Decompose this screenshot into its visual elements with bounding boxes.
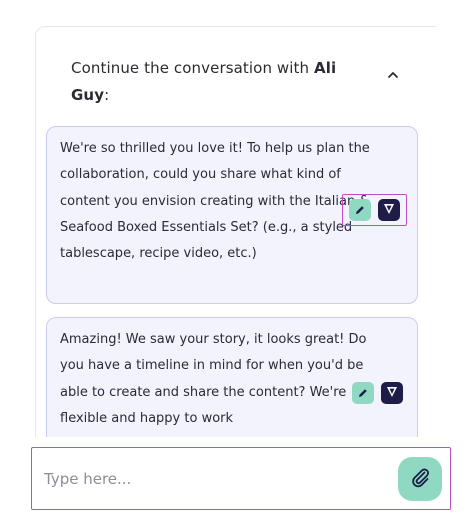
suggestion-actions [342,194,407,226]
send-icon [385,384,399,403]
suggestion-card[interactable]: Amazing! We saw your story, it looks gre… [46,317,418,437]
suggestion-text: We're so thrilled you love it! To help u… [60,141,370,262]
conversation-panel: Continue the conversation with Ali Guy: … [35,26,436,437]
conversation-header: Continue the conversation with Ali Guy: [71,55,339,109]
message-composer [31,447,451,510]
edit-button[interactable] [352,382,374,404]
pencil-icon [357,384,369,403]
message-input[interactable] [44,466,374,492]
send-icon [382,201,396,220]
header-suffix: : [104,86,110,104]
suggestion-actions [352,382,403,404]
header-prefix: Continue the conversation with [71,59,315,77]
chevron-up-icon[interactable] [386,69,400,83]
edit-button[interactable] [349,199,371,221]
suggestion-text: Amazing! We saw your story, it looks gre… [60,332,367,426]
send-button[interactable] [381,382,403,404]
pencil-icon [354,201,366,220]
paperclip-icon [409,466,431,492]
attach-button[interactable] [398,457,442,501]
send-button[interactable] [378,199,400,221]
